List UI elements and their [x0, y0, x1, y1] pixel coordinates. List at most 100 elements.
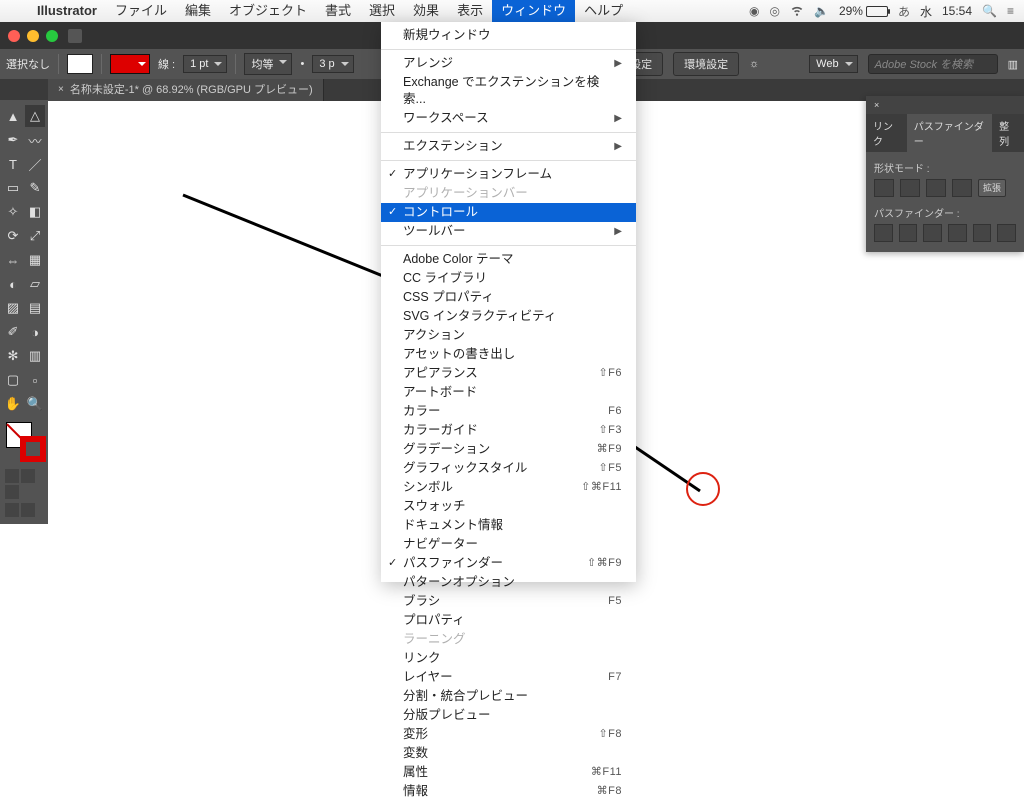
- menu-item[interactable]: エクステンション▶: [381, 137, 636, 156]
- shape-builder-tool[interactable]: ◐: [3, 273, 23, 295]
- menu-item[interactable]: リンク: [381, 649, 636, 668]
- menu-item[interactable]: スウォッチ: [381, 497, 636, 516]
- menu-item[interactable]: Exchange でエクステンションを検索...: [381, 73, 636, 109]
- blend-tool[interactable]: ◑: [25, 321, 45, 343]
- menu-item[interactable]: カラーガイド⇧F3: [381, 421, 636, 440]
- window-controls[interactable]: [8, 30, 58, 42]
- menu-item[interactable]: CC ライブラリ: [381, 269, 636, 288]
- menu-item[interactable]: グラフィックスタイル⇧F5: [381, 459, 636, 478]
- app-name[interactable]: Illustrator: [28, 0, 106, 22]
- pathfinder-panel[interactable]: × リンク パスファインダー 整列 形状モード : 拡張 パスファインダー :: [866, 96, 1024, 252]
- menu-item[interactable]: シンボル⇧⌘F11: [381, 478, 636, 497]
- menu-extras-icon[interactable]: ≡: [1007, 4, 1014, 18]
- scale-tool[interactable]: ⤢: [25, 225, 45, 247]
- minus-front-icon[interactable]: [900, 179, 920, 197]
- crop-icon[interactable]: [948, 224, 967, 242]
- fill-stroke-control[interactable]: [6, 422, 46, 462]
- menu-item[interactable]: ドキュメント情報: [381, 516, 636, 535]
- menu-item[interactable]: CSS プロパティ: [381, 288, 636, 307]
- pen-tool[interactable]: ✒: [3, 129, 23, 151]
- menu-type[interactable]: 書式: [316, 0, 360, 22]
- menu-item[interactable]: 変数: [381, 744, 636, 763]
- unite-icon[interactable]: [874, 179, 894, 197]
- menu-item[interactable]: 変形⇧F8: [381, 725, 636, 744]
- menu-item[interactable]: ナビゲーター: [381, 535, 636, 554]
- menu-file[interactable]: ファイル: [106, 0, 176, 22]
- shape-mode-buttons[interactable]: 拡張: [874, 179, 1016, 197]
- menu-item[interactable]: ブラシF5: [381, 592, 636, 611]
- menu-item[interactable]: Adobe Color テーマ: [381, 250, 636, 269]
- curvature-tool[interactable]: 〰: [25, 129, 45, 151]
- rectangle-tool[interactable]: ▭: [3, 177, 23, 199]
- minimize-icon[interactable]: [27, 30, 39, 42]
- panel-close-icon[interactable]: ×: [874, 100, 879, 110]
- expand-button[interactable]: 拡張: [978, 179, 1006, 197]
- menu-item[interactable]: アートボード: [381, 383, 636, 402]
- stroke-weight-field[interactable]: 1 pt: [183, 55, 227, 73]
- menu-item[interactable]: プロパティ: [381, 611, 636, 630]
- menu-item[interactable]: 分版プレビュー: [381, 706, 636, 725]
- symbol-sprayer-tool[interactable]: ✻: [3, 345, 23, 367]
- shaper-tool[interactable]: ✧: [3, 201, 23, 223]
- menu-item[interactable]: アクション: [381, 326, 636, 345]
- free-transform-tool[interactable]: ▦: [25, 249, 45, 271]
- line-tool[interactable]: ／: [25, 153, 45, 175]
- close-icon[interactable]: [8, 30, 20, 42]
- menu-item[interactable]: アセットの書き出し: [381, 345, 636, 364]
- adobe-stock-search[interactable]: Adobe Stock を検索: [868, 54, 998, 74]
- menu-item[interactable]: ツールバー▶: [381, 222, 636, 241]
- gradient-tool[interactable]: ▤: [25, 297, 45, 319]
- menu-item[interactable]: パスファインダー⇧⌘F9: [381, 554, 636, 573]
- menu-item[interactable]: レイヤーF7: [381, 668, 636, 687]
- menu-item[interactable]: 属性⌘F11: [381, 763, 636, 782]
- mesh-tool[interactable]: ▨: [3, 297, 23, 319]
- prefs-gear-icon[interactable]: ☼: [749, 58, 759, 70]
- menu-item[interactable]: 情報⌘F8: [381, 782, 636, 801]
- panel-tabs[interactable]: リンク パスファインダー 整列: [866, 114, 1024, 152]
- hand-tool[interactable]: ✋: [3, 393, 23, 415]
- stroke-swatch[interactable]: [110, 54, 150, 74]
- pathfinder-buttons[interactable]: [874, 224, 1016, 242]
- trim-icon[interactable]: [899, 224, 918, 242]
- menu-help[interactable]: ヘルプ: [575, 0, 632, 22]
- graph-tool[interactable]: ▥: [25, 345, 45, 367]
- selection-tool[interactable]: ▲: [3, 105, 23, 127]
- menu-item[interactable]: 新規ウィンドウ: [381, 26, 636, 45]
- tab-pathfinder[interactable]: パスファインダー: [907, 114, 992, 152]
- minus-back-icon[interactable]: [997, 224, 1016, 242]
- type-tool[interactable]: T: [3, 153, 23, 175]
- point-field[interactable]: 3 p: [312, 55, 353, 73]
- menu-item[interactable]: 分割・統合プレビュー: [381, 687, 636, 706]
- document-tab[interactable]: × 名称未設定-1* @ 68.92% (RGB/GPU プレビュー): [48, 79, 324, 101]
- menu-effect[interactable]: 効果: [404, 0, 448, 22]
- artboard-tool[interactable]: ▢: [3, 369, 23, 391]
- arrange-docs-icon[interactable]: ▥: [1008, 58, 1018, 71]
- brush-tool[interactable]: ✎: [25, 177, 45, 199]
- divide-icon[interactable]: [874, 224, 893, 242]
- menu-object[interactable]: オブジェクト: [220, 0, 316, 22]
- rotate-tool[interactable]: ⟳: [3, 225, 23, 247]
- menu-item[interactable]: アピアランス⇧F6: [381, 364, 636, 383]
- menu-item[interactable]: SVG インタラクティビティ: [381, 307, 636, 326]
- merge-icon[interactable]: [923, 224, 942, 242]
- menu-item[interactable]: アプリケーションフレーム: [381, 165, 636, 184]
- width-tool[interactable]: ⇔: [3, 249, 23, 271]
- menu-item[interactable]: カラーF6: [381, 402, 636, 421]
- menu-item[interactable]: コントロール: [381, 203, 636, 222]
- menu-item[interactable]: ワークスペース▶: [381, 109, 636, 128]
- direct-selection-tool[interactable]: △: [25, 105, 45, 127]
- zoom-tool[interactable]: 🔍: [25, 393, 45, 415]
- screen-mode-icons[interactable]: [4, 502, 48, 518]
- eraser-tool[interactable]: ◧: [25, 201, 45, 223]
- spotlight-icon[interactable]: 🔍: [982, 4, 997, 18]
- tab-align[interactable]: 整列: [992, 114, 1024, 152]
- menu-window[interactable]: ウィンドウ: [492, 0, 575, 22]
- color-mode-icons[interactable]: [4, 468, 48, 500]
- intersect-icon[interactable]: [926, 179, 946, 197]
- stroke-color[interactable]: [20, 436, 46, 462]
- menu-item[interactable]: グラデーション⌘F9: [381, 440, 636, 459]
- menu-item[interactable]: アレンジ▶: [381, 54, 636, 73]
- perspective-tool[interactable]: ▱: [25, 273, 45, 295]
- close-tab-icon[interactable]: ×: [58, 79, 64, 101]
- menu-edit[interactable]: 編集: [176, 0, 220, 22]
